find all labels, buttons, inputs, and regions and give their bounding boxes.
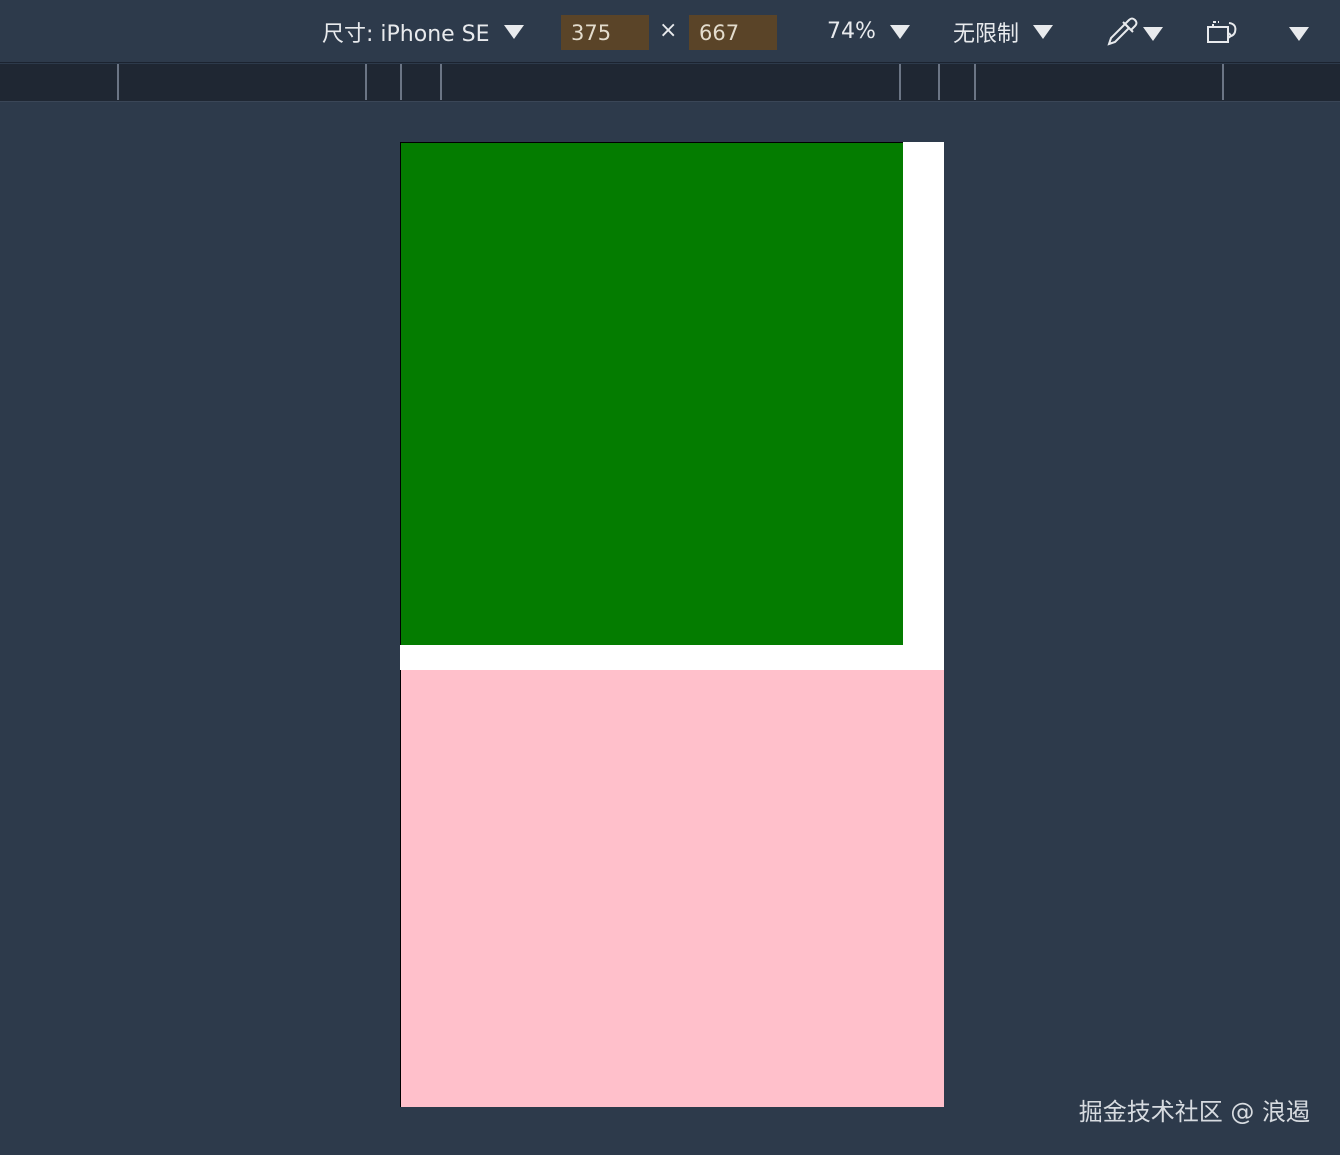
throttle-selector[interactable]: 无限制 — [953, 0, 1054, 63]
ruler-segment[interactable] — [974, 64, 976, 100]
ruler-segment[interactable] — [400, 64, 402, 100]
device-viewport — [400, 142, 944, 1107]
zoom-label: 74% — [827, 19, 876, 44]
pink-box — [400, 670, 944, 1107]
chevron-down-icon[interactable] — [889, 24, 910, 39]
ruler-segment[interactable] — [899, 64, 901, 100]
chevron-down-icon[interactable] — [1143, 27, 1163, 41]
ruler-segment[interactable] — [365, 64, 367, 100]
device-toolbar: 尺寸: iPhone SE × 74% 无限制 — [0, 0, 1340, 63]
zoom-selector[interactable]: 74% — [827, 0, 910, 63]
ruler-segment[interactable] — [1222, 64, 1224, 100]
ruler-segment[interactable] — [117, 64, 119, 100]
green-box — [400, 142, 903, 645]
ruler-segment[interactable] — [938, 64, 940, 100]
ruler-segment[interactable] — [440, 64, 442, 100]
rotate-icon[interactable] — [1205, 14, 1241, 50]
eyedropper-icon[interactable] — [1103, 14, 1139, 50]
throttle-label: 无限制 — [953, 21, 1020, 47]
width-input[interactable] — [561, 15, 649, 50]
chevron-down-icon[interactable] — [1033, 24, 1054, 39]
media-query-ruler — [0, 64, 1340, 102]
chevron-down-icon[interactable] — [503, 24, 524, 39]
device-selector-label: 尺寸: iPhone SE — [322, 21, 490, 47]
devtools-window: 尺寸: iPhone SE × 74% 无限制 — [0, 0, 1340, 1155]
height-input[interactable] — [689, 15, 777, 50]
watermark-text: 掘金技术社区 @ 浪遏 — [1078, 1098, 1310, 1126]
more-options-icon[interactable] — [1289, 27, 1309, 41]
times-separator: × — [659, 18, 678, 43]
device-selector[interactable]: 尺寸: iPhone SE — [322, 0, 524, 63]
